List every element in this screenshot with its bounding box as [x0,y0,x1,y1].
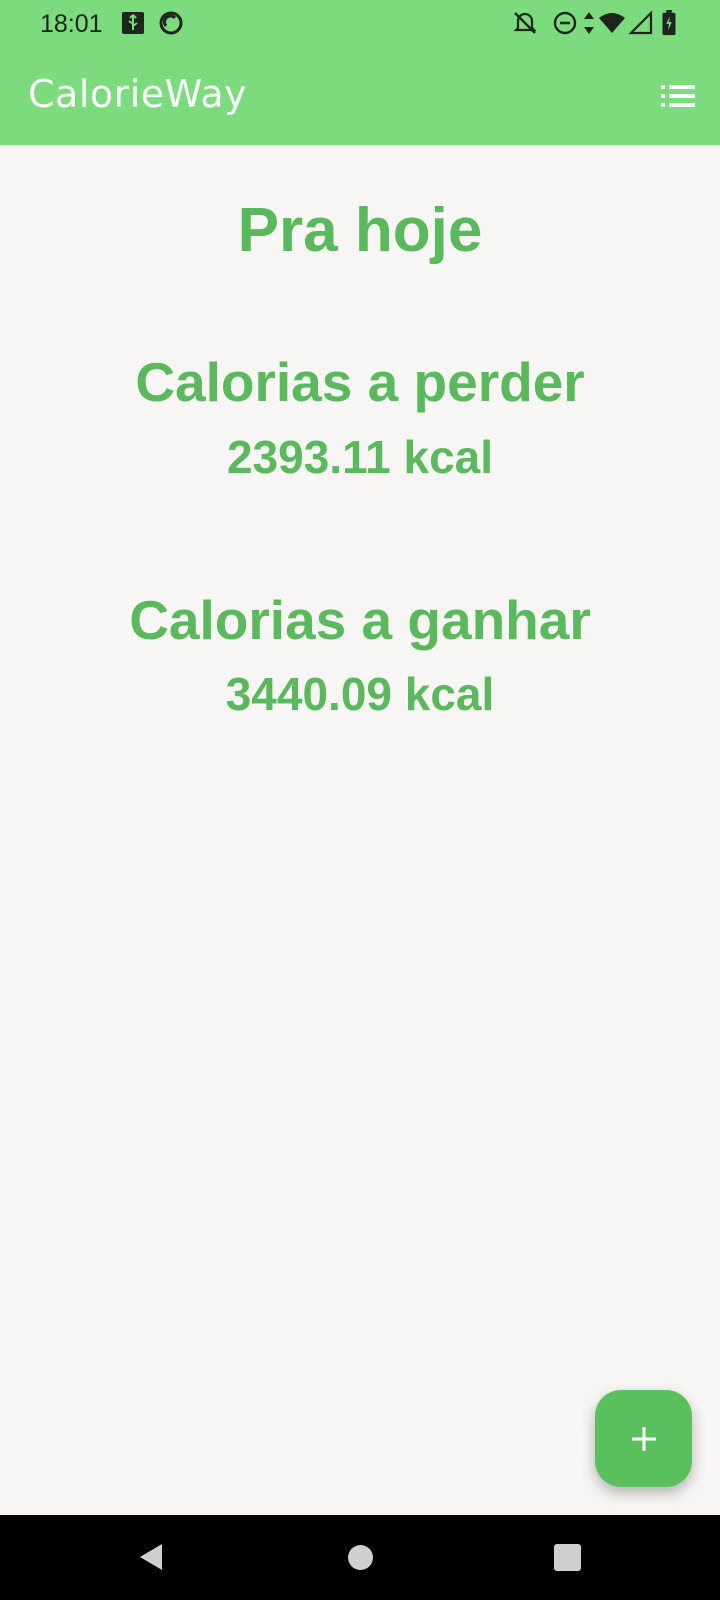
status-time: 18:01 [40,10,103,38]
system-nav-bar [0,1515,720,1600]
usb-icon [122,12,144,34]
calories-to-lose-value: 2393.11 kcal [226,431,494,483]
plus-icon [631,1426,656,1451]
status-bar: 18:01 [0,0,720,48]
sync-icon [159,11,183,35]
calories-to-gain-label: Calorias a ganhar [129,589,591,651]
app-title: CalorieWay [28,72,248,116]
app-bar: CalorieWay [0,48,720,145]
signal-icon [628,10,653,35]
menu-button[interactable] [656,76,700,116]
back-icon[interactable] [136,1542,166,1572]
add-button[interactable] [595,1390,692,1487]
battery-charging-icon [662,10,676,36]
page-title: Pra hoje [237,196,483,265]
do-not-disturb-icon [553,11,577,35]
calories-to-lose-label: Calorias a perder [135,351,585,413]
home-icon[interactable] [348,1545,373,1570]
notifications-off-icon [513,12,537,34]
list-icon [661,85,695,107]
wifi-icon [599,13,625,33]
calories-to-gain-value: 3440.09 kcal [225,668,495,720]
data-arrows-icon [584,12,594,34]
recents-icon[interactable] [554,1544,581,1571]
